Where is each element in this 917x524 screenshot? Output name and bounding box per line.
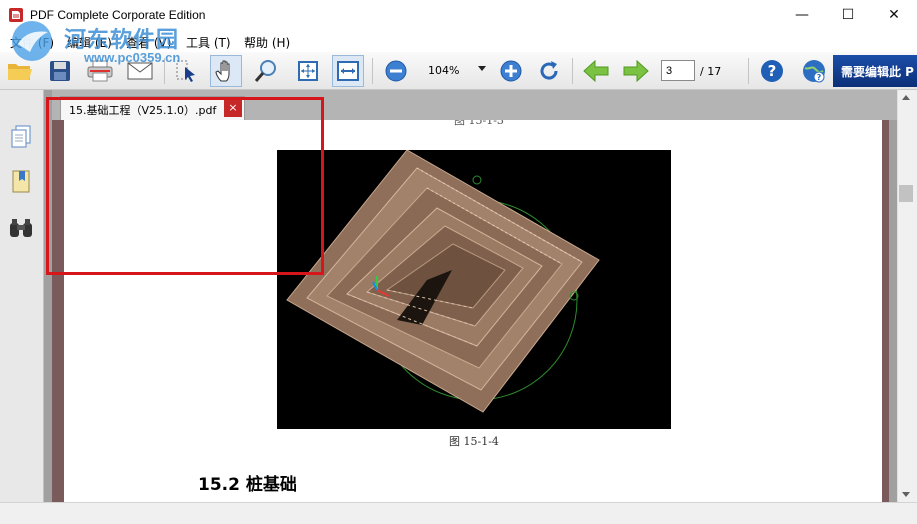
minimize-button[interactable]: — bbox=[779, 0, 825, 30]
vertical-scrollbar[interactable] bbox=[897, 90, 917, 502]
bookmark-icon bbox=[12, 170, 30, 193]
next-page-button[interactable] bbox=[620, 55, 652, 87]
text-select-cursor-icon bbox=[176, 60, 195, 82]
toolbar-separator bbox=[164, 58, 165, 84]
print-button[interactable] bbox=[84, 55, 116, 87]
help-icon: ? bbox=[761, 60, 783, 82]
figure-caption: 图 15-1-4 bbox=[449, 435, 499, 448]
current-page-input[interactable] bbox=[661, 60, 695, 81]
plus-circle-icon bbox=[500, 60, 522, 82]
save-button[interactable] bbox=[44, 55, 76, 87]
left-sidebar bbox=[0, 90, 44, 502]
menu-help[interactable]: 帮助 (H) bbox=[244, 34, 290, 51]
scroll-up-arrow-icon[interactable] bbox=[902, 95, 910, 100]
scroll-down-arrow-icon[interactable] bbox=[902, 492, 910, 497]
select-text-tool[interactable] bbox=[170, 55, 202, 87]
arrow-left-icon bbox=[583, 60, 609, 82]
previous-figure-caption: 图 15-1-3 bbox=[454, 120, 504, 127]
toolbar-separator bbox=[372, 58, 373, 84]
figure-3d-foundation bbox=[277, 149, 671, 429]
menu-tools[interactable]: 工具 (T) bbox=[186, 34, 231, 51]
previous-page-button[interactable] bbox=[580, 55, 612, 87]
app-window: PDF Complete Corporate Edition — ☐ ✕ 文件 … bbox=[0, 0, 917, 524]
menu-edit[interactable]: 编辑 (E) bbox=[67, 34, 112, 51]
zoom-out-button[interactable] bbox=[380, 55, 412, 87]
status-bar bbox=[0, 502, 917, 524]
magnifier-icon bbox=[254, 60, 276, 82]
window-title: PDF Complete Corporate Edition bbox=[30, 8, 206, 22]
scrollbar-thumb[interactable] bbox=[899, 185, 913, 202]
app-logo-icon bbox=[9, 8, 23, 22]
edit-promo-banner[interactable]: 需要编辑此 P bbox=[833, 55, 917, 87]
arrow-right-icon bbox=[623, 60, 649, 82]
hand-tool[interactable] bbox=[210, 55, 242, 87]
fit-width-icon bbox=[337, 61, 359, 81]
rotate-icon bbox=[540, 61, 558, 80]
title-bar: PDF Complete Corporate Edition — ☐ ✕ bbox=[0, 0, 917, 30]
svg-text:?: ? bbox=[768, 62, 777, 80]
save-disk-icon bbox=[50, 61, 70, 81]
page-margin-right bbox=[882, 120, 889, 502]
zoom-dropdown-arrow-icon[interactable] bbox=[478, 66, 486, 71]
highlight-annotation-box bbox=[46, 97, 324, 275]
toolbar-separator bbox=[748, 58, 749, 84]
zoom-level-value[interactable]: 104% bbox=[428, 64, 459, 77]
binoculars-icon bbox=[10, 219, 32, 237]
close-button[interactable]: ✕ bbox=[871, 0, 917, 30]
pages-icon bbox=[11, 125, 31, 148]
rotate-button[interactable] bbox=[533, 55, 565, 87]
toolbar-separator bbox=[572, 58, 573, 84]
zoom-in-button[interactable] bbox=[495, 55, 527, 87]
fit-page-icon bbox=[298, 61, 318, 81]
envelope-icon bbox=[127, 62, 153, 80]
search-panel-button[interactable] bbox=[8, 215, 34, 241]
fit-page-button[interactable] bbox=[292, 55, 324, 87]
total-pages-label: / 17 bbox=[700, 65, 722, 78]
toolbar: 104% ? ? bbox=[0, 52, 917, 90]
open-file-button[interactable] bbox=[4, 55, 36, 87]
bookmarks-panel-button[interactable] bbox=[8, 169, 34, 195]
minus-circle-icon bbox=[385, 60, 407, 82]
online-help-button[interactable]: ? bbox=[798, 55, 830, 87]
maximize-button[interactable]: ☐ bbox=[825, 0, 871, 30]
help-button[interactable]: ? bbox=[756, 55, 788, 87]
menu-bar: 文件 (F) 编辑 (E) 查看 (V) 工具 (T) 帮助 (H) bbox=[0, 30, 917, 52]
printer-icon bbox=[87, 60, 113, 82]
section-heading: 15.2 桩基础 bbox=[198, 475, 297, 495]
foundation-model-image bbox=[277, 149, 671, 429]
zoom-tool[interactable] bbox=[250, 55, 282, 87]
globe-help-icon: ? bbox=[803, 60, 825, 83]
svg-text:?: ? bbox=[817, 73, 822, 82]
menu-view[interactable]: 查看 (V) bbox=[126, 34, 171, 51]
menu-file[interactable]: 文件 (F) bbox=[10, 34, 54, 51]
email-button[interactable] bbox=[124, 55, 156, 87]
pages-panel-button[interactable] bbox=[8, 124, 34, 150]
hand-icon bbox=[215, 60, 230, 82]
folder-icon bbox=[8, 64, 32, 80]
fit-width-button[interactable] bbox=[332, 55, 364, 87]
